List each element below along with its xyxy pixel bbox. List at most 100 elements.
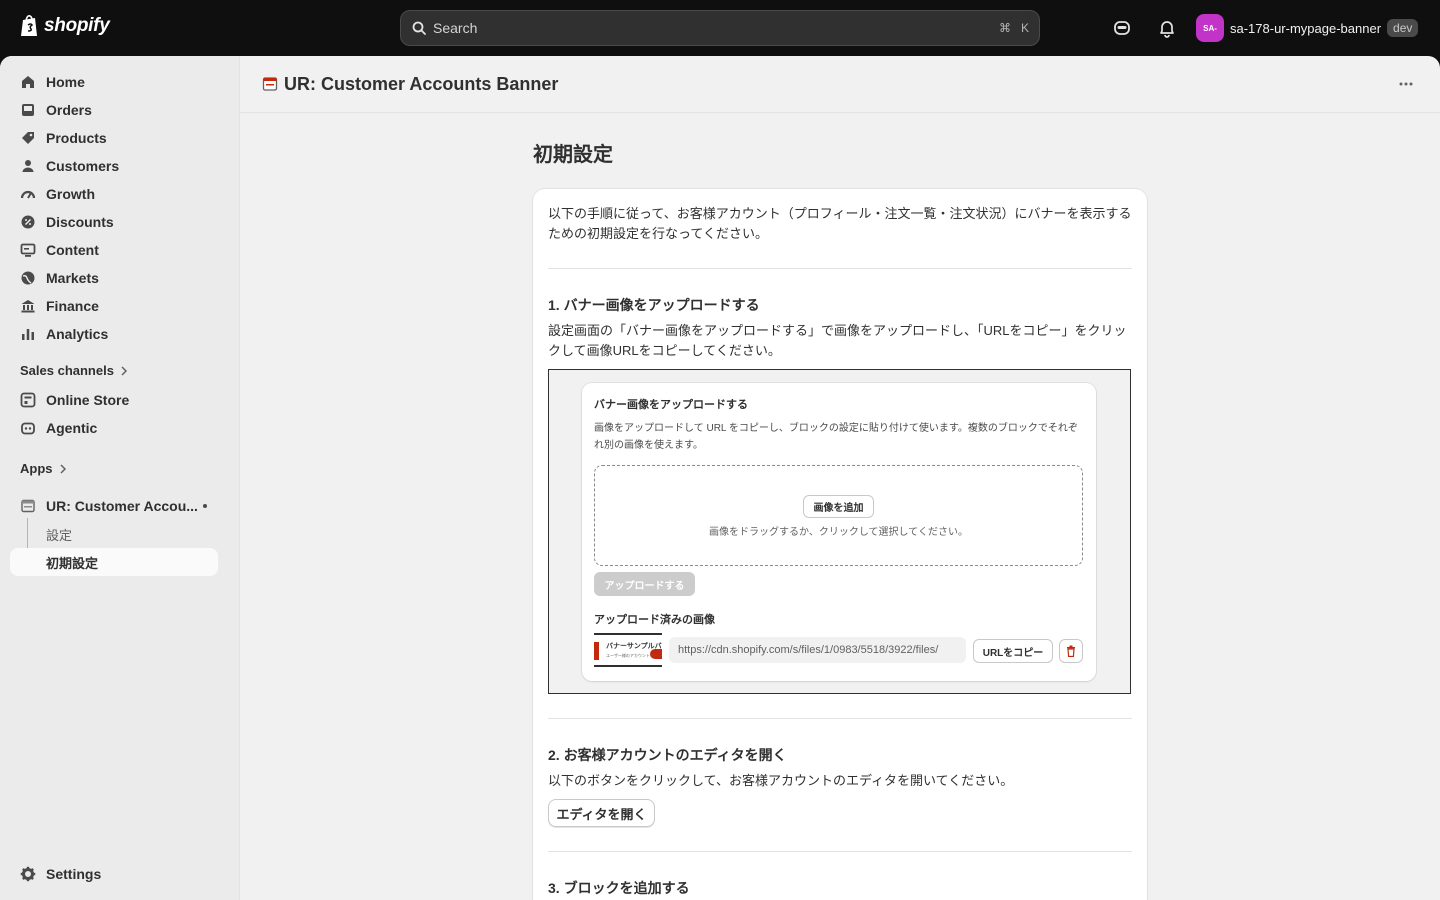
page-title: UR: Customer Accounts Banner xyxy=(284,73,559,94)
sidebar-item-growth[interactable]: Growth xyxy=(10,180,218,208)
pin-dot xyxy=(203,504,207,508)
inbox-icon xyxy=(22,104,34,116)
divider xyxy=(548,268,1132,269)
step1-title: 1. バナー画像をアップロードする xyxy=(548,297,760,313)
preview-text: 画像をアップロードして URL をコピーし、ブロックの設定に貼り付けて使います。… xyxy=(594,423,1078,451)
globe-icon xyxy=(21,271,35,285)
sidebar-item-label: Content xyxy=(46,242,99,258)
sidebar-item-content[interactable]: Content xyxy=(10,236,218,264)
more-horizontal-icon[interactable] xyxy=(1398,76,1414,92)
search-icon xyxy=(412,21,426,35)
trash-icon xyxy=(1067,645,1075,657)
sidebar-item-home[interactable]: Home xyxy=(10,68,218,96)
sidekick-icon[interactable] xyxy=(1112,18,1132,38)
preview-upload-button: アップロードする xyxy=(594,572,695,596)
upload-screenshot: バナー画像をアップロードする 画像をアップロードして URL をコピーし、ブロッ… xyxy=(548,369,1131,694)
thumbnail-title: バナーサンプルバナー xyxy=(606,643,662,650)
preview-drop-hint: 画像をドラッグするか、クリックして選択してください。 xyxy=(709,527,968,538)
monitor-icon xyxy=(20,243,36,257)
gear-icon xyxy=(20,866,36,882)
admin-frame: Home Orders Products Customers Growth Di… xyxy=(0,56,1440,900)
shopify-logo[interactable]: shopify xyxy=(20,14,110,38)
sidebar-item-label: Customers xyxy=(46,158,120,174)
search-bar[interactable]: Search ⌘ K xyxy=(400,10,1040,46)
divider xyxy=(548,718,1132,719)
open-editor-button[interactable]: エディタを開く xyxy=(548,799,655,827)
shortcut-key: K xyxy=(1020,21,1029,35)
sidebar-subitem-initial-setup[interactable]: 初期設定 xyxy=(10,548,218,576)
sidebar-item-label: Analytics xyxy=(46,326,109,342)
step3-title: 3. ブロックを追加する xyxy=(548,880,690,896)
sidebar-item-orders[interactable]: Orders xyxy=(10,96,218,124)
sidebar-item-markets[interactable]: Markets xyxy=(10,264,218,292)
person-icon xyxy=(22,160,34,172)
app-title-bar: UR: Customer Accounts Banner xyxy=(240,56,1440,113)
section-heading: 初期設定 xyxy=(533,144,613,166)
app-icon xyxy=(21,499,35,513)
chevron-right-icon xyxy=(59,463,66,474)
top-bar: shopify Search ⌘ K SA- sa-178-ur-mypage-… xyxy=(0,0,1440,56)
sidebar-item-label: Orders xyxy=(46,102,92,118)
setup-card: 以下の手順に従って、お客様アカウント（プロフィール・注文一覧・注文状況）にバナー… xyxy=(533,189,1147,900)
shopify-bag-icon xyxy=(21,15,37,36)
preview-delete-button xyxy=(1059,639,1083,663)
sidebar-item-label: Finance xyxy=(46,298,99,314)
shortcut-cmd: ⌘ xyxy=(998,21,1011,35)
apps-label: Apps xyxy=(20,461,53,476)
bar-chart-icon xyxy=(22,329,34,340)
tag-icon xyxy=(22,132,34,144)
thumbnail-subtitle: ユーザー様のアカウントページ xyxy=(606,653,662,658)
preview-add-image-button: 画像を追加 xyxy=(803,495,874,518)
sidebar-item-analytics[interactable]: Analytics xyxy=(10,320,218,348)
sidebar-item-customers[interactable]: Customers xyxy=(10,152,218,180)
sidebar-item-label: Home xyxy=(46,74,85,90)
preview-copy-url-button: URLをコピー xyxy=(973,639,1053,663)
step2-title: 2. お客様アカウントのエディタを開く xyxy=(548,747,787,763)
preview-uploaded-title: アップロード済みの画像 xyxy=(594,614,715,626)
search-placeholder: Search xyxy=(433,20,478,36)
sidebar-item-agentic[interactable]: Agentic xyxy=(10,414,218,442)
sidebar-item-online-store[interactable]: Online Store xyxy=(10,386,218,414)
sidebar-item-label: Markets xyxy=(46,270,99,286)
sidebar-item-label: UR: Customer Accou... xyxy=(46,498,198,514)
bank-icon xyxy=(21,300,35,313)
sidebar-item-label: Settings xyxy=(46,866,102,882)
preview-banner-thumbnail: バナーサンプルバナー ユーザー様のアカウントページ xyxy=(594,633,662,667)
apps-heading[interactable]: Apps xyxy=(20,461,67,476)
store-menu[interactable]: SA- sa-178-ur-mypage-banner dev xyxy=(1196,14,1419,42)
preview-url-field: https://cdn.shopify.com/s/files/1/0983/5… xyxy=(669,637,966,663)
store-badge: dev xyxy=(1387,19,1419,37)
sidebar-item-label: Growth xyxy=(46,186,95,202)
intro-text: 以下の手順に従って、お客様アカウント（プロフィール・注文一覧・注文状況）にバナー… xyxy=(548,206,1132,241)
sidebar-item-settings[interactable]: Settings xyxy=(10,860,218,888)
sales-channels-heading[interactable]: Sales channels xyxy=(20,363,128,378)
upload-panel-preview: バナー画像をアップロードする 画像をアップロードして URL をコピーし、ブロッ… xyxy=(582,383,1096,681)
sidebar-item-label: Discounts xyxy=(46,214,114,230)
chevron-right-icon xyxy=(121,365,128,376)
avatar: SA- xyxy=(1196,14,1224,42)
sidebar-item-label: Products xyxy=(46,130,107,146)
home-icon xyxy=(22,76,34,88)
sidebar-subitem-settings[interactable]: 設定 xyxy=(10,520,218,548)
sidebar-item-finance[interactable]: Finance xyxy=(10,292,218,320)
sidebar-item-label: Agentic xyxy=(46,420,98,436)
main-content: UR: Customer Accounts Banner 初期設定 以下の手順に… xyxy=(240,56,1440,900)
logo-text: shopify xyxy=(44,15,110,36)
app-icon xyxy=(262,77,278,91)
robot-icon xyxy=(21,422,35,435)
preview-dropzone: 画像を追加 画像をドラッグするか、クリックして選択してください。 xyxy=(594,465,1083,566)
step2-text: 以下のボタンをクリックして、お客様アカウントのエディタを開いてください。 xyxy=(548,773,1014,788)
bell-icon[interactable] xyxy=(1157,18,1177,38)
sidebar-item-label: Online Store xyxy=(46,392,130,408)
store-name: sa-178-ur-mypage-banner xyxy=(1230,20,1382,36)
sidebar-item-app[interactable]: UR: Customer Accou... xyxy=(10,492,218,520)
discount-icon xyxy=(21,215,35,229)
thumbnail-accent xyxy=(594,642,599,660)
sidebar-item-products[interactable]: Products xyxy=(10,124,218,152)
store-icon xyxy=(20,392,36,408)
sidebar-item-discounts[interactable]: Discounts xyxy=(10,208,218,236)
preview-title: バナー画像をアップロードする xyxy=(594,399,748,411)
sales-channels-label: Sales channels xyxy=(20,363,114,378)
divider xyxy=(548,851,1132,852)
sidebar: Home Orders Products Customers Growth Di… xyxy=(0,56,240,900)
